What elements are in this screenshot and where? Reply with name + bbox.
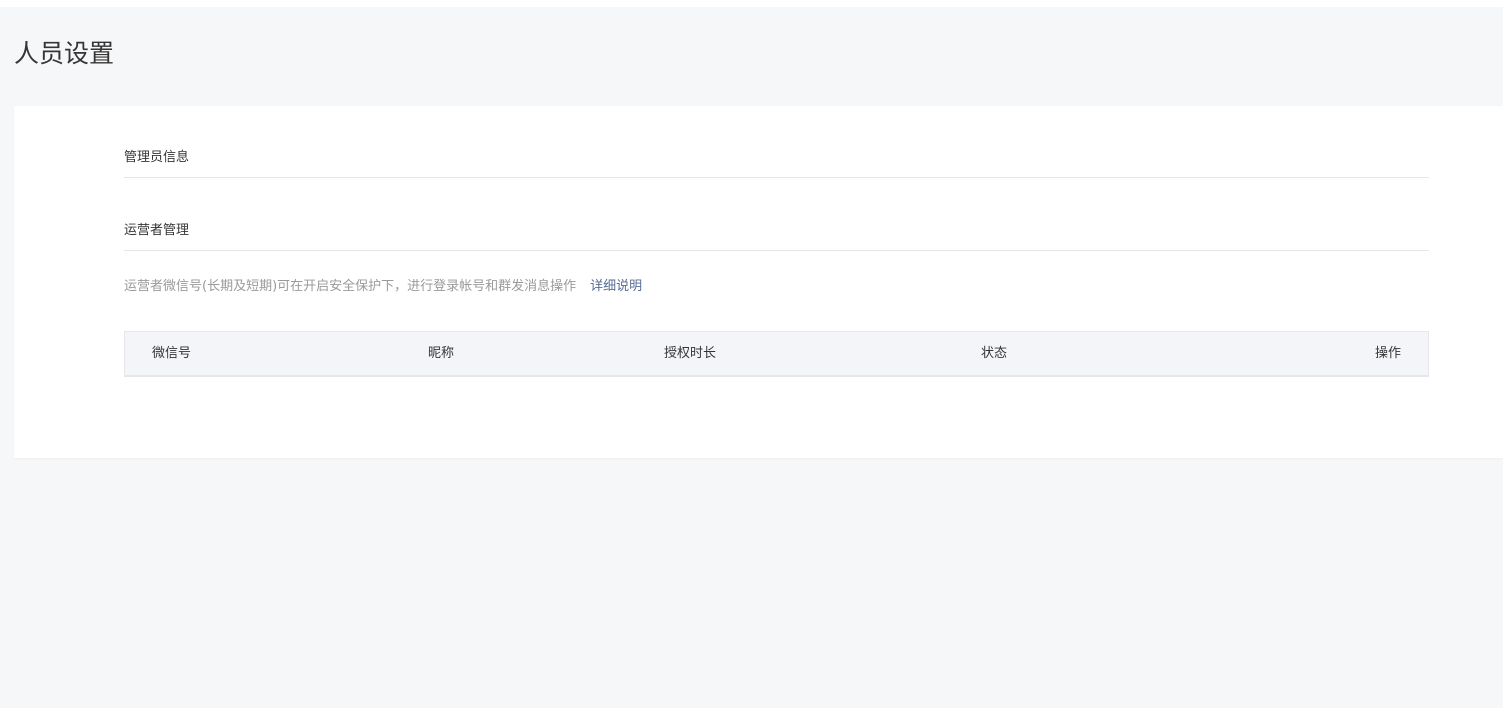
column-header-actions: 操作 [1374, 346, 1401, 361]
column-header-auth-duration: 授权时长 [664, 346, 717, 361]
page: 人员设置 管理员信息 运营者管理 运营者微信号(长期及短期)可在开启安全保护下，… [0, 0, 1503, 708]
column-header-wechat-id: 微信号 [152, 346, 192, 361]
details-link[interactable]: 详细说明 [590, 279, 642, 294]
operator-tip: 运营者微信号(长期及短期)可在开启安全保护下，进行登录帐号和群发消息操作 详细说明 [124, 278, 642, 296]
column-header-nickname: 昵称 [428, 346, 455, 361]
page-title: 人员设置 [14, 39, 115, 68]
top-strip [0, 0, 1503, 7]
settings-panel: 管理员信息 运营者管理 运营者微信号(长期及短期)可在开启安全保护下，进行登录帐… [14, 106, 1503, 458]
operator-section-title: 运营者管理 [124, 222, 1429, 251]
operator-tip-text: 运营者微信号(长期及短期)可在开启安全保护下，进行登录帐号和群发消息操作 [124, 279, 577, 294]
admin-section-title: 管理员信息 [124, 149, 1429, 178]
operator-table-header: 微信号 昵称 授权时长 状态 操作 [124, 331, 1429, 377]
column-header-status: 状态 [981, 346, 1008, 361]
